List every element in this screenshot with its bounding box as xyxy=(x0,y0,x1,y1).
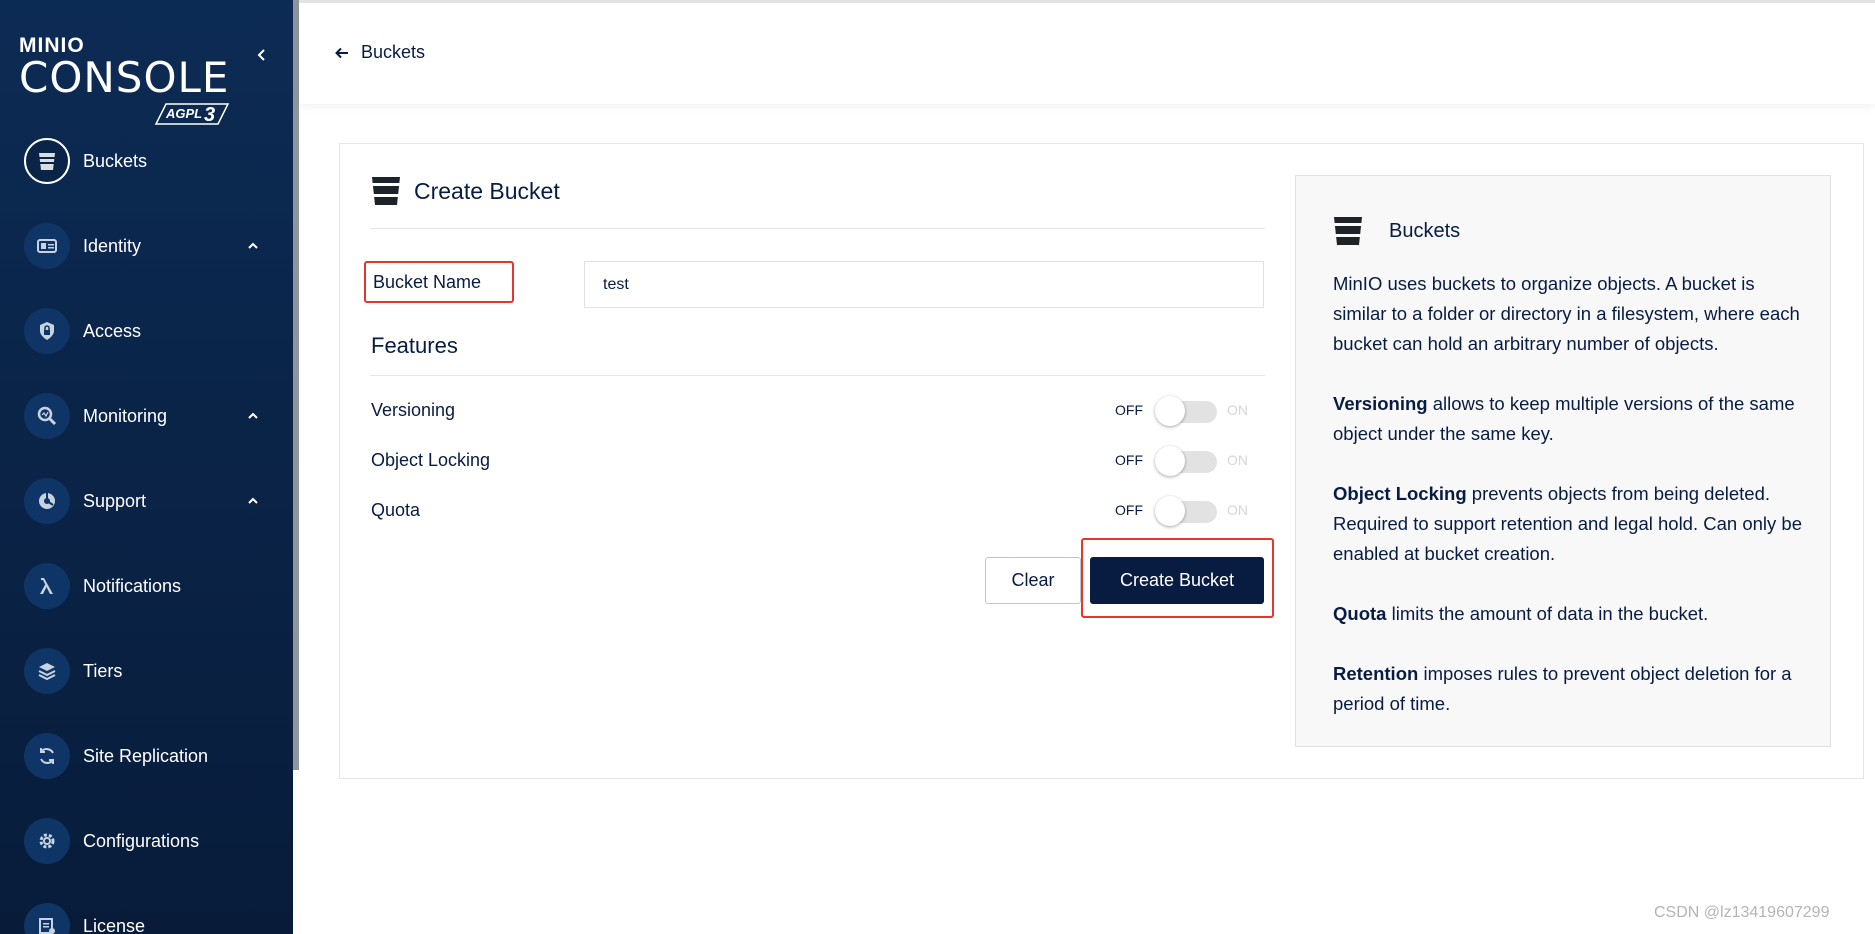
license-icon xyxy=(24,903,70,934)
sidebar-item-identity[interactable]: Identity xyxy=(0,216,293,276)
sidebar-item-label: Site Replication xyxy=(83,745,209,766)
logo-console-text: CONSOLE xyxy=(19,53,230,102)
versioning-label: Versioning xyxy=(371,400,456,420)
magnifier-icon xyxy=(24,393,70,439)
object-locking-label: Object Locking xyxy=(371,450,491,470)
back-link-label: Buckets xyxy=(361,42,426,62)
help-retention: Retention imposes rules to prevent objec… xyxy=(1333,659,1813,719)
versioning-switch-row: OFF ON xyxy=(1115,395,1248,426)
switch-on-label: ON xyxy=(1227,502,1248,518)
sidebar-item-support[interactable]: Support xyxy=(0,471,293,531)
form-title-text: Create Bucket xyxy=(414,177,560,204)
bucket-name-label: Bucket Name xyxy=(364,261,514,303)
back-to-buckets-link[interactable]: Buckets xyxy=(335,42,425,63)
sidebar-item-configurations[interactable]: Configurations xyxy=(0,811,293,871)
bucket-icon xyxy=(24,138,70,184)
svg-text:3: 3 xyxy=(204,104,215,126)
quota-toggle[interactable] xyxy=(1155,495,1217,526)
sidebar-item-label: Tiers xyxy=(83,660,123,681)
chevron-up-icon xyxy=(248,497,258,504)
sidebar-item-label: Buckets xyxy=(83,150,148,171)
sidebar-item-label: Identity xyxy=(83,235,142,256)
switch-off-label: OFF xyxy=(1115,452,1143,468)
switch-on-label: ON xyxy=(1227,402,1248,418)
help-header: Buckets xyxy=(1333,215,1460,247)
title-divider xyxy=(370,228,1265,229)
id-card-icon xyxy=(24,223,70,269)
switch-off-label: OFF xyxy=(1115,502,1143,518)
sidebar-item-license[interactable]: License xyxy=(0,896,293,934)
object-locking-toggle[interactable] xyxy=(1155,445,1217,476)
help-text: limits the amount of data in the bucket. xyxy=(1386,603,1709,624)
svg-text:AGPL: AGPL xyxy=(165,106,202,121)
sidebar-item-tiers[interactable]: Tiers xyxy=(0,641,293,701)
object-locking-switch-row: OFF ON xyxy=(1115,445,1248,476)
page-header xyxy=(299,0,1875,104)
switch-on-label: ON xyxy=(1227,452,1248,468)
sidebar-item-label: Access xyxy=(83,320,142,341)
agpl-license-logo: AGPL 3 xyxy=(154,103,230,126)
watermark: CSDN @lz13419607299 xyxy=(1654,904,1830,921)
sidebar-item-monitoring[interactable]: Monitoring xyxy=(0,386,293,446)
sidebar-item-notifications[interactable]: Notifications xyxy=(0,556,293,616)
sidebar-edge-gap xyxy=(293,770,299,934)
form-title: Create Bucket xyxy=(370,175,560,207)
clear-button[interactable]: Clear xyxy=(985,557,1081,604)
help-term: Quota xyxy=(1333,603,1387,624)
sidebar-item-label: Configurations xyxy=(83,830,200,851)
bucket-icon xyxy=(372,177,400,205)
lock-icon xyxy=(24,308,70,354)
sync-icon xyxy=(24,733,70,779)
features-divider xyxy=(370,375,1265,376)
help-intro: MinIO uses buckets to organize objects. … xyxy=(1333,273,1800,354)
help-term: Object Locking xyxy=(1333,483,1467,504)
support-icon xyxy=(24,478,70,524)
switch-off-label: OFF xyxy=(1115,402,1143,418)
lambda-icon xyxy=(24,563,70,609)
help-quota: Quota limits the amount of data in the b… xyxy=(1333,599,1813,629)
help-title: Buckets xyxy=(1389,219,1461,242)
quota-label: Quota xyxy=(371,500,421,520)
sidebar-item-label: Support xyxy=(83,490,147,511)
chevron-up-icon xyxy=(248,412,258,419)
sidebar-item-buckets[interactable]: Buckets xyxy=(0,131,293,191)
layers-icon xyxy=(24,648,70,694)
versioning-toggle[interactable] xyxy=(1155,395,1217,426)
help-term: Versioning xyxy=(1333,393,1428,414)
sidebar-item-access[interactable]: Access xyxy=(0,301,293,361)
sidebar: MINIO CONSOLE AGPL 3 Buckets Identity Ac… xyxy=(0,0,293,934)
sidebar-item-label: Notifications xyxy=(83,575,182,596)
sidebar-scrollbar[interactable] xyxy=(293,0,299,770)
chevron-up-icon xyxy=(248,242,258,249)
minio-console-logo: MINIO CONSOLE xyxy=(19,35,230,102)
help-object-locking: Object Locking prevents objects from bei… xyxy=(1333,479,1813,569)
create-bucket-button[interactable]: Create Bucket xyxy=(1090,557,1264,604)
sidebar-item-label: License xyxy=(83,915,146,934)
help-term: Retention xyxy=(1333,663,1419,684)
quota-switch-row: OFF ON xyxy=(1115,495,1248,526)
arrow-left-icon xyxy=(335,47,348,58)
chevron-left-icon xyxy=(257,49,265,61)
help-versioning: Versioning allows to keep multiple versi… xyxy=(1333,389,1813,449)
bucket-icon xyxy=(1334,217,1362,245)
sidebar-item-label: Monitoring xyxy=(83,405,168,426)
collapse-sidebar-button[interactable] xyxy=(256,48,272,64)
gear-icon xyxy=(24,818,70,864)
features-heading: Features xyxy=(371,333,458,358)
sidebar-item-site-replication[interactable]: Site Replication xyxy=(0,726,293,786)
bucket-name-input[interactable] xyxy=(584,261,1264,308)
